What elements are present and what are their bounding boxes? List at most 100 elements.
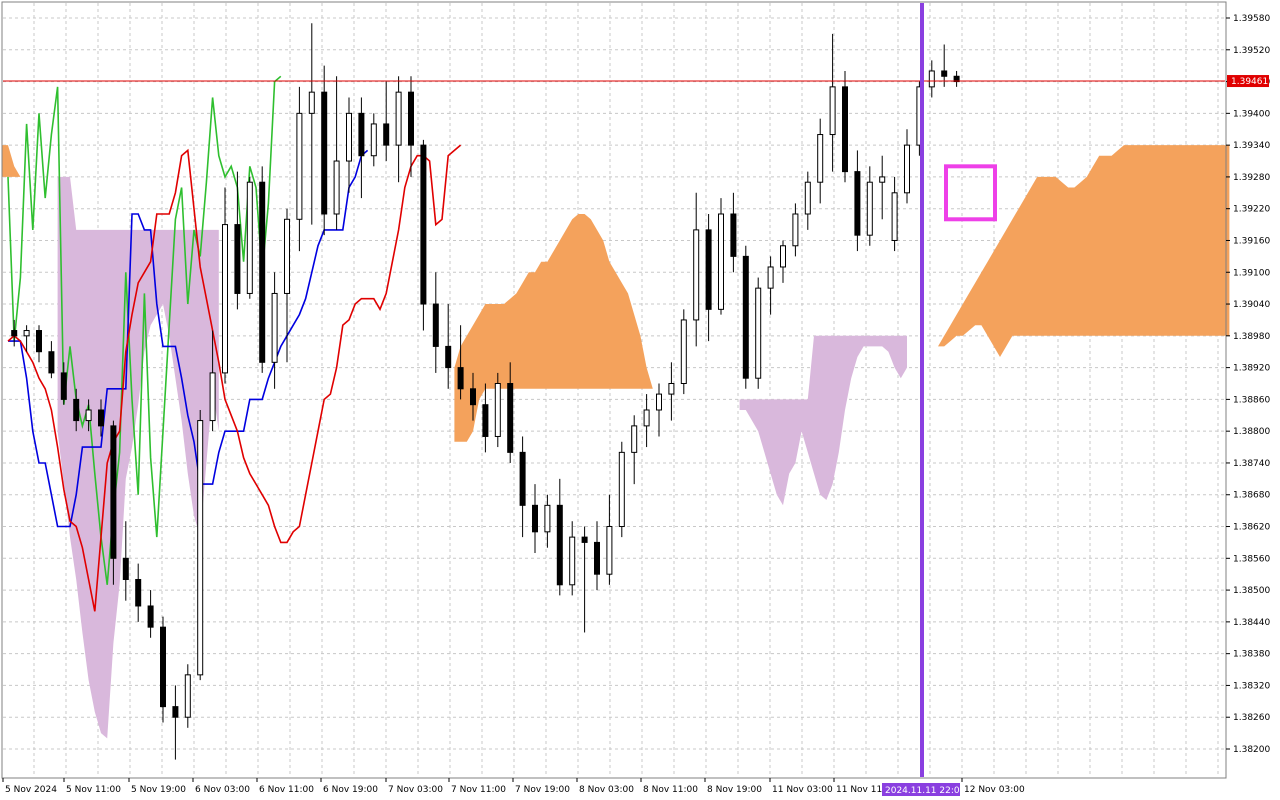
candle-body xyxy=(755,287,762,379)
price-tick-label: 1.39400 xyxy=(1233,109,1270,119)
candle-body xyxy=(817,134,824,183)
candle-body xyxy=(122,557,129,580)
candle-body xyxy=(470,388,476,406)
candle-body xyxy=(780,245,786,268)
candle-body xyxy=(284,218,290,294)
candle-body xyxy=(333,160,340,215)
price-chart[interactable]: 1.395801.395201.394601.394001.393401.392… xyxy=(0,0,1280,800)
time-tick-label: 8 Nov 11:00 xyxy=(643,785,698,795)
candle-body xyxy=(718,213,724,310)
candle-body xyxy=(358,112,365,157)
candle-body xyxy=(160,626,166,708)
price-tick-label: 1.38920 xyxy=(1233,364,1270,374)
candle-body xyxy=(432,303,439,347)
candle-body xyxy=(296,112,303,220)
candle-body xyxy=(804,181,811,215)
candle-body xyxy=(742,255,749,379)
time-tick-label: 6 Nov 11:00 xyxy=(259,785,314,795)
marker-time-label: 2024.11.11 22:00 xyxy=(885,786,966,796)
candle-body xyxy=(147,605,154,628)
candle-body xyxy=(23,330,30,337)
candle-body xyxy=(11,330,18,337)
candle-body xyxy=(544,504,551,533)
candle-body xyxy=(308,91,315,114)
candle-body xyxy=(594,541,600,575)
candle-body xyxy=(420,144,427,305)
candle-body xyxy=(730,213,737,257)
price-tick-label: 1.39580 xyxy=(1233,14,1270,24)
candle-body xyxy=(829,86,836,136)
candle-body xyxy=(457,367,464,390)
price-tick-label: 1.38800 xyxy=(1233,427,1270,437)
price-tick-label: 1.38620 xyxy=(1233,523,1270,533)
candle-body xyxy=(370,123,377,157)
candle-body xyxy=(172,706,179,718)
candle-body xyxy=(259,181,266,363)
candle-body xyxy=(482,404,489,437)
time-tick-label: 8 Nov 19:00 xyxy=(707,785,762,795)
candle-body xyxy=(668,383,675,395)
candle-body xyxy=(705,229,712,310)
candle-body xyxy=(110,425,117,559)
candle-body xyxy=(904,144,910,194)
time-tick-label: 7 Nov 19:00 xyxy=(515,785,570,795)
price-tick-label: 1.38680 xyxy=(1233,491,1270,501)
candle-body xyxy=(891,192,898,241)
candle-body xyxy=(445,345,452,369)
candle-body xyxy=(408,91,414,146)
price-tick-label: 1.39160 xyxy=(1233,236,1270,246)
price-tick-label: 1.38560 xyxy=(1233,554,1270,564)
candle-body xyxy=(234,224,241,294)
candle-body xyxy=(321,91,328,215)
price-tick-label: 1.38980 xyxy=(1233,332,1270,342)
candle-body xyxy=(98,409,104,427)
candle-body xyxy=(246,181,253,294)
candle-body xyxy=(507,383,514,453)
time-tick-label: 7 Nov 11:00 xyxy=(451,785,506,795)
time-tick-label: 5 Nov 2024 xyxy=(5,785,57,795)
candle-body xyxy=(854,171,861,236)
candle-body xyxy=(48,351,55,374)
price-tick-label: 1.39520 xyxy=(1233,46,1270,56)
time-tick-label: 7 Nov 03:00 xyxy=(388,785,443,795)
candle-body xyxy=(842,86,848,173)
candle-body xyxy=(395,91,402,146)
price-tick-label: 1.38380 xyxy=(1233,650,1270,660)
time-tick-label: 6 Nov 19:00 xyxy=(323,785,378,795)
candle-body xyxy=(60,372,67,400)
candle-body xyxy=(680,319,687,384)
candle-body xyxy=(383,123,390,146)
candle-body xyxy=(618,451,625,528)
time-tick-label: 5 Nov 11:00 xyxy=(66,785,121,795)
candle-body xyxy=(928,70,935,88)
candle-body xyxy=(866,181,873,236)
price-tick-label: 1.39280 xyxy=(1233,173,1270,183)
candle-body xyxy=(941,70,948,77)
candle-body xyxy=(519,451,526,506)
candle-body xyxy=(532,504,538,533)
candle-body xyxy=(643,409,650,427)
candle-body xyxy=(792,213,799,247)
candle-body xyxy=(767,266,774,289)
candle-body xyxy=(36,330,42,353)
candle-body xyxy=(556,504,563,586)
price-tick-label: 1.38860 xyxy=(1233,395,1270,405)
candle-body xyxy=(656,393,662,411)
price-tick-label: 1.39220 xyxy=(1233,205,1270,215)
price-tick-label: 1.39040 xyxy=(1233,300,1270,310)
candle-body xyxy=(631,425,638,453)
candle-body xyxy=(581,536,588,543)
candle-body xyxy=(271,292,278,363)
candle-body xyxy=(494,383,501,437)
candle-body xyxy=(184,674,191,718)
price-tick-label: 1.38500 xyxy=(1233,586,1270,596)
candle-body xyxy=(606,526,613,575)
candle-body xyxy=(569,536,576,586)
time-tick-label: 11 Nov 03:00 xyxy=(772,785,833,795)
time-tick-label: 6 Nov 03:00 xyxy=(195,785,250,795)
price-tick-label: 1.38260 xyxy=(1233,713,1270,723)
candle-body xyxy=(693,229,700,321)
price-tick-label: 1.38320 xyxy=(1233,681,1270,691)
candle-body xyxy=(222,224,228,374)
time-tick-label: 5 Nov 19:00 xyxy=(131,785,186,795)
